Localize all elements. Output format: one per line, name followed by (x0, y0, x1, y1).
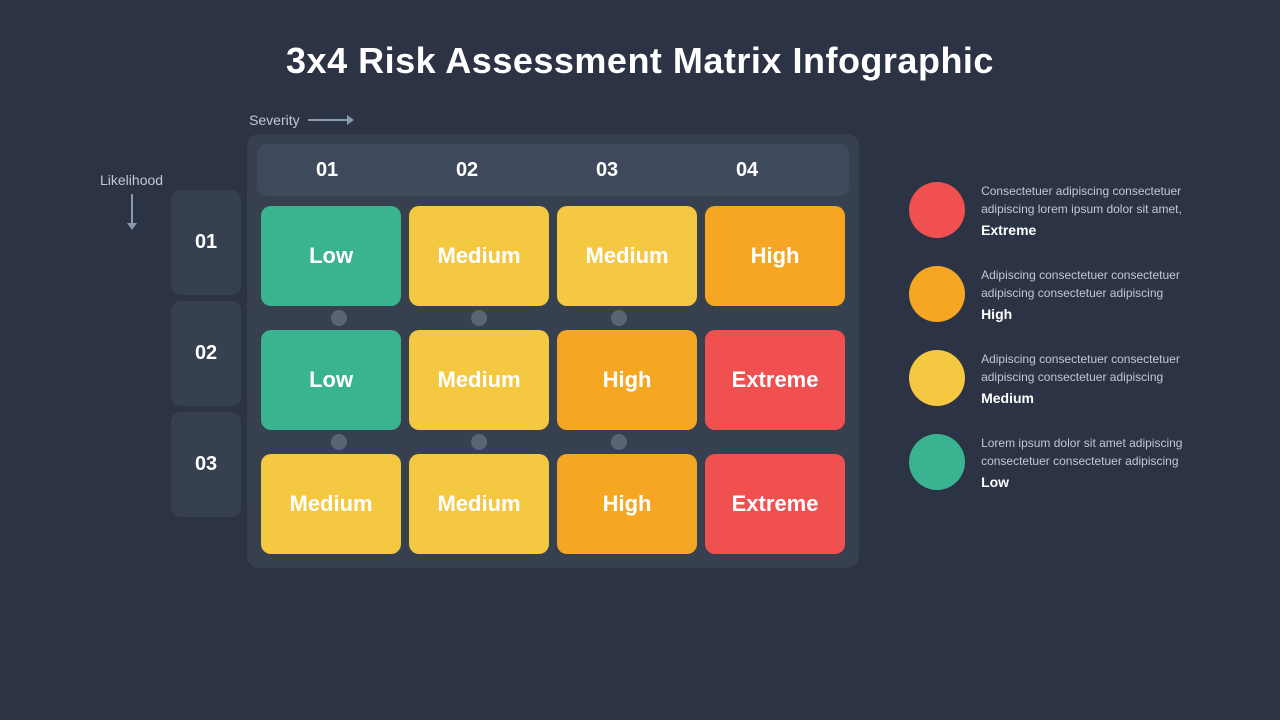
legend: Consectetuer adipiscing consectetuer adi… (909, 182, 1201, 490)
legend-circle-extreme (909, 182, 965, 238)
legend-desc-low: Lorem ipsum dolor sit amet adipiscing co… (981, 434, 1201, 470)
legend-label-low: Low (981, 474, 1201, 490)
row-label-03: 03 (171, 412, 241, 517)
row-labels: 01 02 03 (171, 190, 241, 568)
cell-r2c3: High (557, 330, 697, 430)
connector-row-1 (257, 310, 849, 326)
likelihood-arrow (131, 194, 133, 224)
data-row-3: Medium Medium High Extreme (257, 450, 849, 558)
cell-r2c4: Extreme (705, 330, 845, 430)
connector-dot-2 (471, 310, 487, 326)
cell-r1c4: High (705, 206, 845, 306)
cell-r2c1: Low (261, 330, 401, 430)
page-title: 3x4 Risk Assessment Matrix Infographic (0, 0, 1280, 82)
main-content: Likelihood Severity 01 02 03 (0, 112, 1280, 568)
connector-dot-6 (611, 434, 627, 450)
header-row: 01 02 03 04 (257, 144, 849, 196)
legend-circle-low (909, 434, 965, 490)
severity-arrow (308, 119, 348, 121)
likelihood-text: Likelihood (100, 172, 163, 188)
connector-row-2 (257, 434, 849, 450)
row-label-02: 02 (171, 301, 241, 406)
legend-text-medium: Adipiscing consectetuer consectetuer adi… (981, 350, 1201, 406)
severity-label-row: Severity (249, 112, 859, 128)
legend-label-high: High (981, 306, 1201, 322)
header-col-04: 04 (677, 144, 817, 196)
connector-dot-5 (471, 434, 487, 450)
grid-area: 01 02 03 04 Low Medium Medium High (247, 134, 859, 568)
header-col-01: 01 (257, 144, 397, 196)
data-rows-wrapper: Low Medium Medium High (257, 202, 849, 558)
legend-label-extreme: Extreme (981, 222, 1201, 238)
legend-desc-extreme: Consectetuer adipiscing consectetuer adi… (981, 182, 1201, 218)
legend-circle-medium (909, 350, 965, 406)
cell-r2c2: Medium (409, 330, 549, 430)
matrix-with-rows: 01 02 03 01 02 03 04 (171, 134, 859, 568)
cell-r3c2: Medium (409, 454, 549, 554)
legend-text-low: Lorem ipsum dolor sit amet adipiscing co… (981, 434, 1201, 490)
cell-r3c3: High (557, 454, 697, 554)
connector-dot-4 (331, 434, 347, 450)
cell-r3c4: Extreme (705, 454, 845, 554)
legend-item-low: Lorem ipsum dolor sit amet adipiscing co… (909, 434, 1201, 490)
cell-r1c2: Medium (409, 206, 549, 306)
connector-dot-3 (611, 310, 627, 326)
matrix-container: Severity 01 02 03 01 02 (171, 112, 859, 568)
legend-text-high: Adipiscing consectetuer consectetuer adi… (981, 266, 1201, 322)
legend-item-extreme: Consectetuer adipiscing consectetuer adi… (909, 182, 1201, 238)
cell-r3c1: Medium (261, 454, 401, 554)
likelihood-label-container: Likelihood (100, 172, 163, 224)
legend-item-medium: Adipiscing consectetuer consectetuer adi… (909, 350, 1201, 406)
header-col-03: 03 (537, 144, 677, 196)
legend-label-medium: Medium (981, 390, 1201, 406)
severity-text: Severity (249, 112, 300, 128)
legend-text-extreme: Consectetuer adipiscing consectetuer adi… (981, 182, 1201, 238)
connector-dot-1 (331, 310, 347, 326)
arrow-right-icon (308, 119, 348, 121)
legend-circle-high (909, 266, 965, 322)
cell-r1c1: Low (261, 206, 401, 306)
cell-r1c3: Medium (557, 206, 697, 306)
row-label-01: 01 (171, 190, 241, 295)
legend-item-high: Adipiscing consectetuer consectetuer adi… (909, 266, 1201, 322)
data-row-2: Low Medium High Extreme (257, 326, 849, 434)
legend-desc-medium: Adipiscing consectetuer consectetuer adi… (981, 350, 1201, 386)
legend-desc-high: Adipiscing consectetuer consectetuer adi… (981, 266, 1201, 302)
arrow-down-icon (131, 194, 133, 224)
left-section: Likelihood Severity 01 02 03 (100, 112, 859, 568)
data-row-1: Low Medium Medium High (257, 202, 849, 310)
header-col-02: 02 (397, 144, 537, 196)
